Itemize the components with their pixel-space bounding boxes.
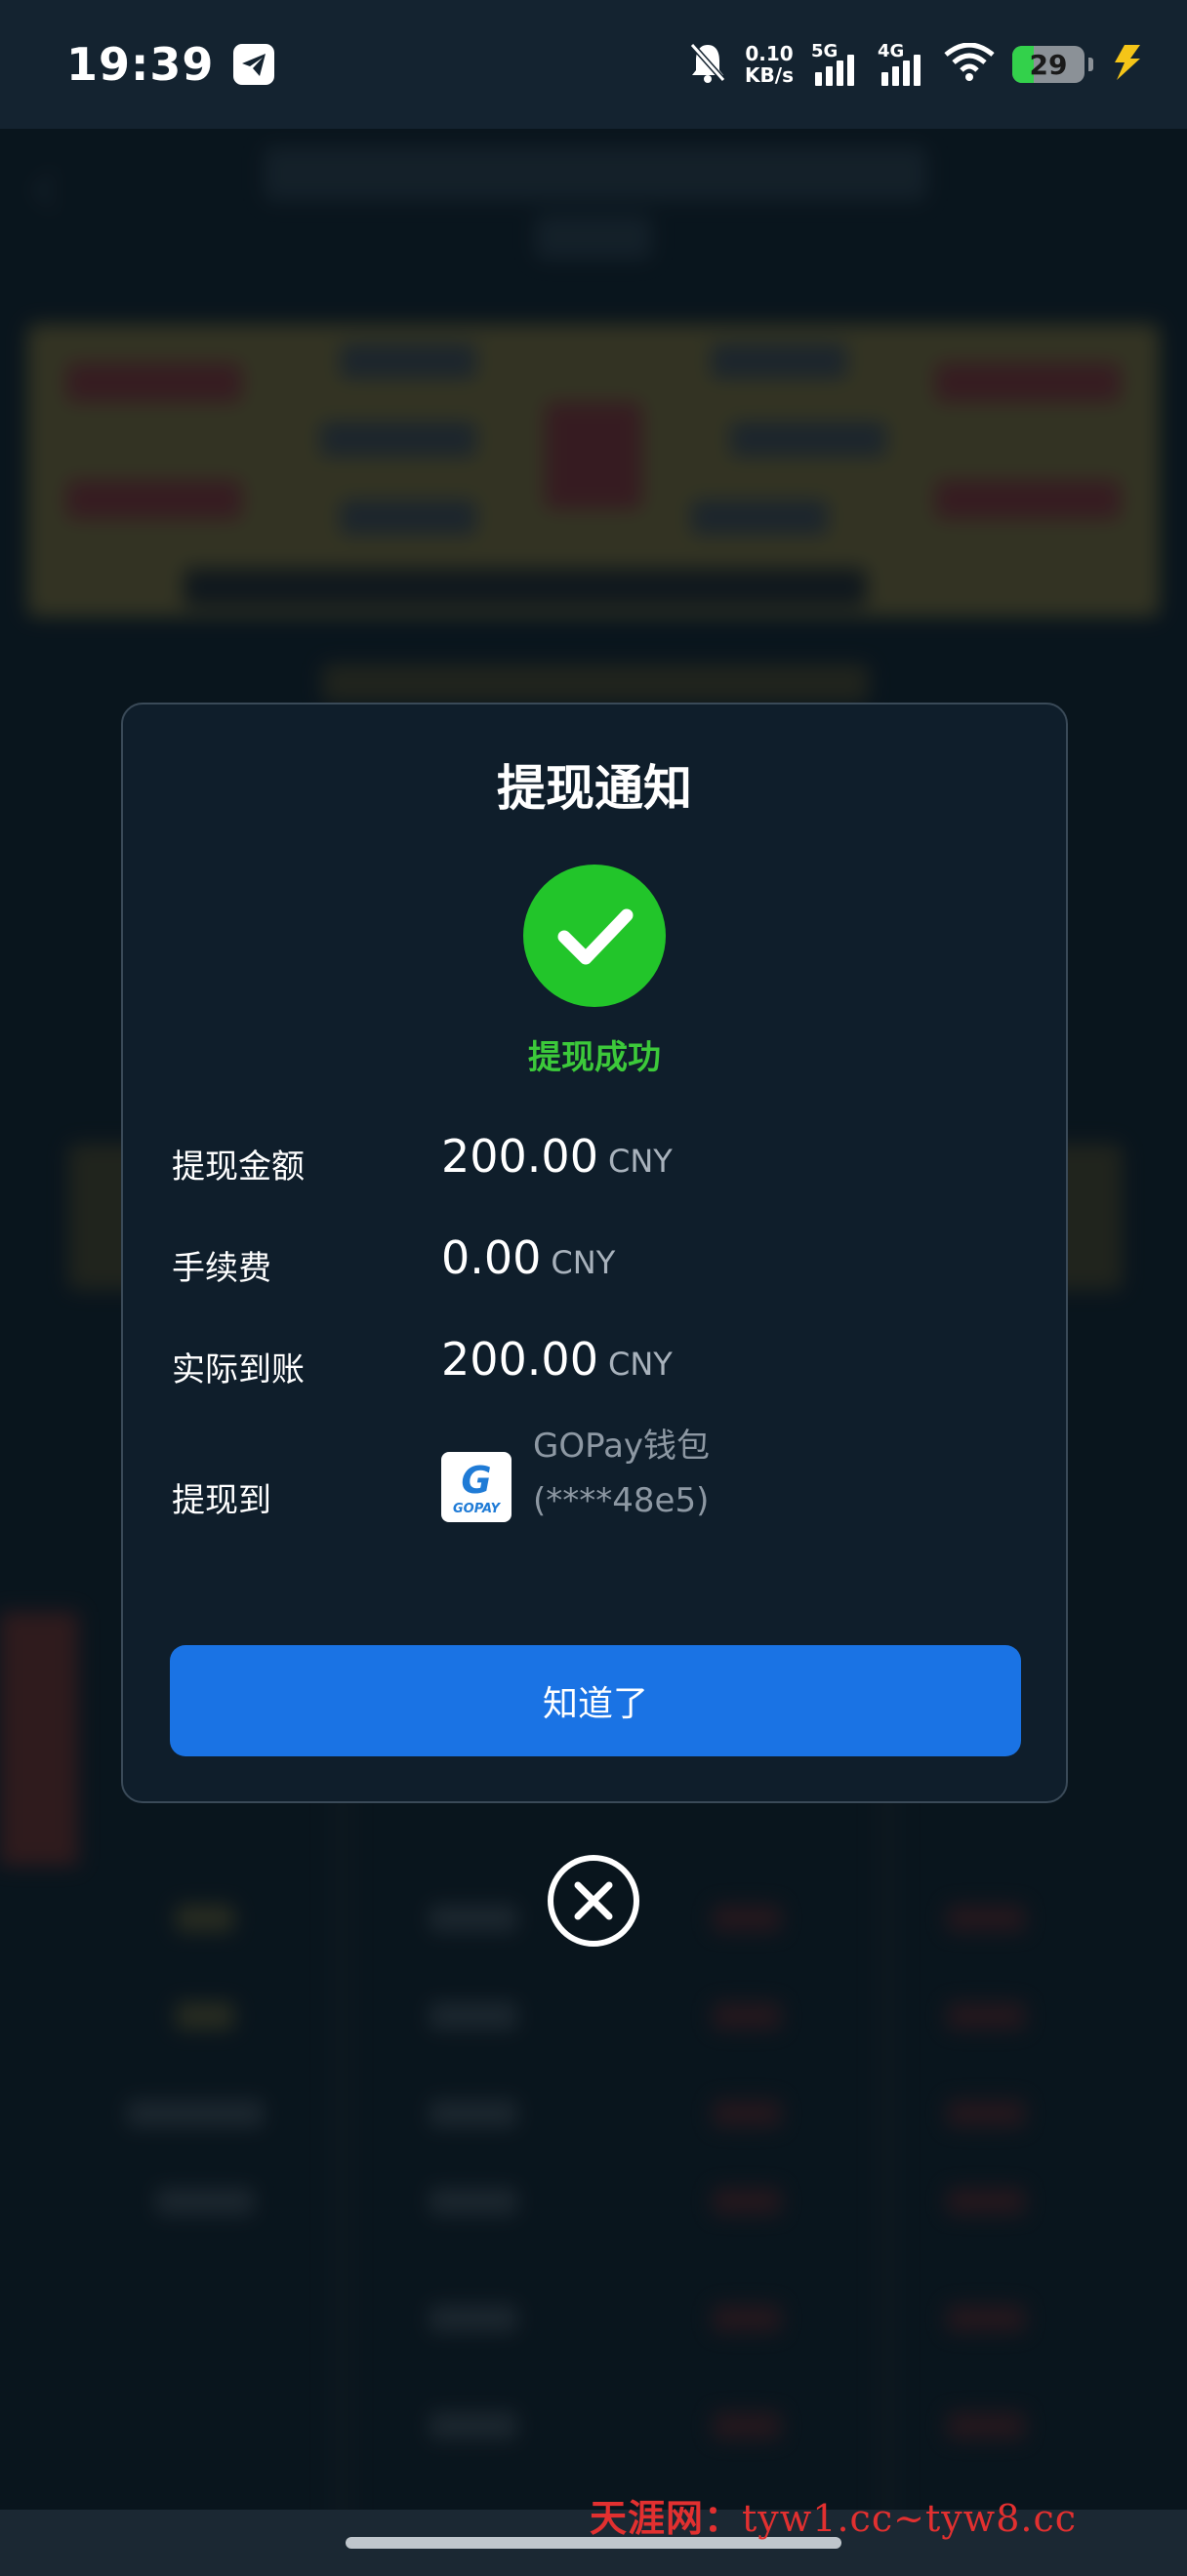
net-speed-value: 0.10: [745, 42, 794, 65]
gopay-logo-text: GOPAY: [453, 1502, 502, 1516]
fee-label: 手续费: [172, 1249, 271, 1288]
actual-received-label: 实际到账: [172, 1350, 305, 1389]
signal-icon: 5G: [811, 41, 860, 88]
telegram-icon: [233, 44, 275, 85]
wifi-icon: [944, 42, 995, 86]
success-status-text: 提现成功: [528, 1038, 661, 1077]
fee-unit: CNY: [551, 1244, 616, 1281]
fee-value: 0.00: [441, 1231, 542, 1284]
wallet-info: GOPay钱包 (****48e5): [533, 1419, 710, 1528]
got-it-button[interactable]: 知道了: [170, 1645, 1021, 1756]
amount-label: 提现金额: [172, 1147, 305, 1187]
battery-level: 29: [1029, 49, 1068, 81]
amount-value: 200.00: [441, 1130, 598, 1183]
destination-label: 提现到: [172, 1481, 271, 1520]
net-speed: 0.10 KB/s: [745, 43, 794, 86]
watermark: 天涯网：tyw1.cc~tyw8.cc: [590, 2488, 1077, 2542]
close-icon[interactable]: [547, 1854, 640, 1948]
net-speed-unit: KB/s: [745, 63, 794, 87]
watermark-urls: tyw1.cc~tyw8.cc: [742, 2497, 1078, 2540]
gopay-logo-icon: G GOPAY: [441, 1452, 512, 1522]
gopay-logo-letter: G: [461, 1459, 491, 1502]
actual-received-unit: CNY: [607, 1346, 673, 1383]
charging-bolt-icon: [1111, 43, 1144, 86]
wallet-name: GOPay钱包: [533, 1427, 711, 1466]
status-bar: 19:39 0.10 KB/s 5G 4G 29: [0, 0, 1187, 129]
watermark-site: 天涯网：: [590, 2497, 743, 2540]
withdraw-notice-dialog: 提现通知 提现成功 提现金额 200.00 CNY 手续费 0.00 CNY 实际到…: [121, 703, 1068, 1803]
mute-bell-icon: [688, 41, 727, 88]
status-time: 19:39: [66, 38, 215, 91]
dialog-title: 提现通知: [497, 760, 692, 817]
screen: 19:39 0.10 KB/s 5G 4G 29 提现通知 提现成功 提现金额 …: [0, 0, 1187, 2576]
success-check-icon: [523, 865, 666, 1007]
actual-received-value: 200.00: [441, 1333, 598, 1386]
wallet-account: (****48e5): [533, 1481, 710, 1520]
battery-icon: 29: [1012, 46, 1085, 83]
amount-unit: CNY: [607, 1143, 673, 1180]
signal-icon: 4G: [878, 41, 926, 88]
